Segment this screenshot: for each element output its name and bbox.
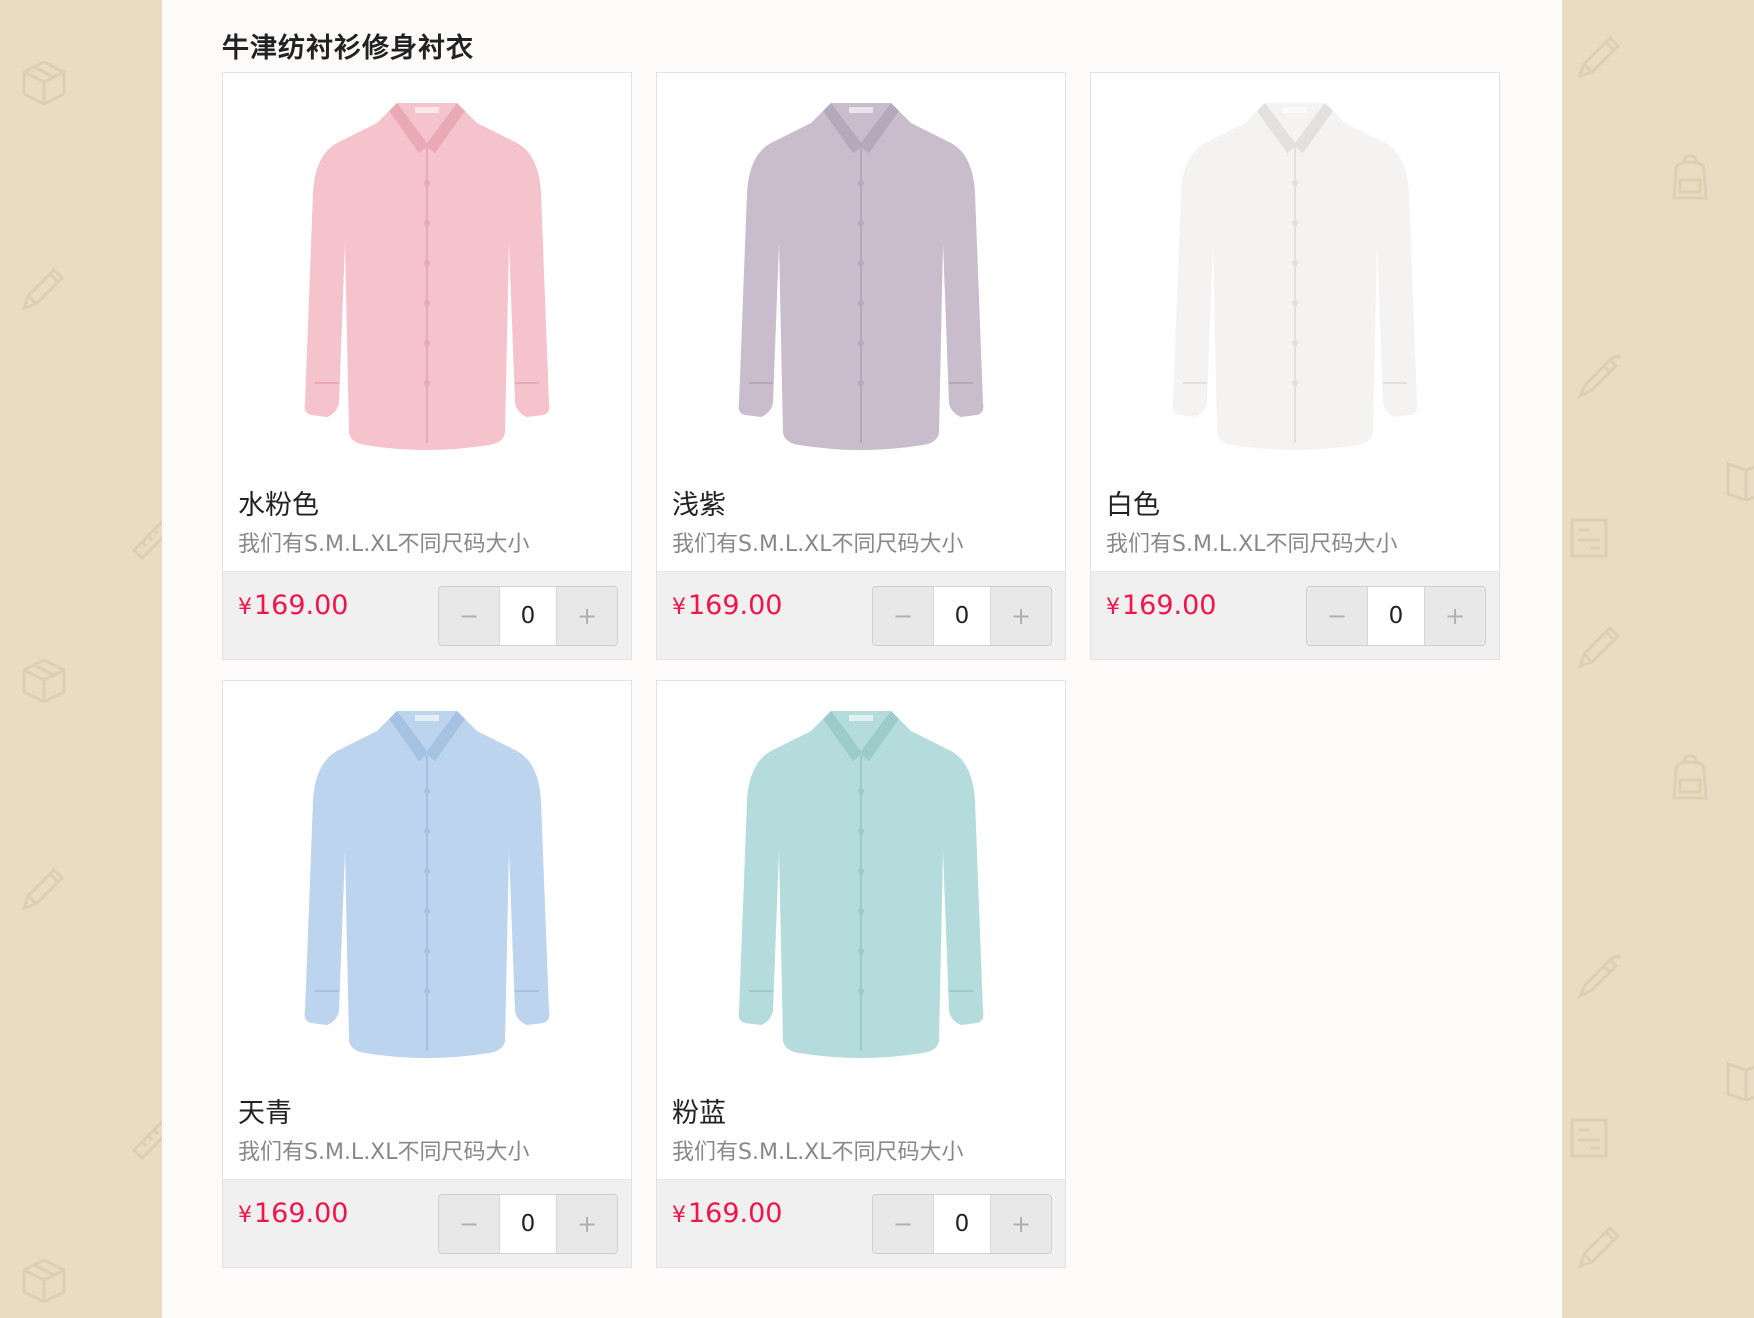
shirt-icon <box>738 711 984 1058</box>
product-name: 水粉色 <box>238 490 319 521</box>
product-description: 我们有S.M.L.XL不同尺码大小 <box>238 1140 530 1165</box>
product-name: 浅紫 <box>672 490 726 521</box>
currency-symbol: ¥ <box>672 595 686 620</box>
backpack-icon <box>1662 150 1718 206</box>
product-description: 我们有S.M.L.XL不同尺码大小 <box>672 532 964 557</box>
increment-button[interactable]: + <box>557 587 617 645</box>
quantity-input[interactable]: 0 <box>933 1195 991 1253</box>
product-price: ¥169.00 <box>1106 590 1216 621</box>
board-icon <box>1560 1110 1616 1166</box>
currency-symbol: ¥ <box>672 1203 686 1228</box>
increment-button[interactable]: + <box>991 1195 1051 1253</box>
card-footer: ¥169.00 − 0 + <box>1091 571 1499 659</box>
product-card[interactable]: 白色 我们有S.M.L.XL不同尺码大小 ¥169.00 − 0 + <box>1090 72 1500 660</box>
pencil-icon <box>14 262 70 318</box>
pencil-icon <box>1570 1220 1626 1276</box>
shirt-icon <box>304 711 550 1058</box>
quantity-input[interactable]: 0 <box>499 1195 557 1253</box>
product-description: 我们有S.M.L.XL不同尺码大小 <box>672 1140 964 1165</box>
shirt-icon <box>1172 103 1418 450</box>
price-value: 169.00 <box>1122 590 1217 621</box>
currency-symbol: ¥ <box>238 595 252 620</box>
book-icon <box>1718 450 1754 506</box>
product-price: ¥169.00 <box>672 590 782 621</box>
currency-symbol: ¥ <box>238 1203 252 1228</box>
pen-icon <box>1570 948 1626 1004</box>
product-image[interactable] <box>657 73 1065 473</box>
pencil-icon <box>1570 30 1626 86</box>
price-value: 169.00 <box>688 590 783 621</box>
decrement-button[interactable]: − <box>873 1195 933 1253</box>
quantity-stepper[interactable]: − 0 + <box>438 1194 618 1254</box>
quantity-input[interactable]: 0 <box>1367 587 1425 645</box>
product-price: ¥169.00 <box>238 590 348 621</box>
product-image[interactable] <box>223 73 631 473</box>
pencil-icon <box>1570 620 1626 676</box>
pen-icon <box>1570 348 1626 404</box>
increment-button[interactable]: + <box>991 587 1051 645</box>
product-description: 我们有S.M.L.XL不同尺码大小 <box>1106 532 1398 557</box>
increment-button[interactable]: + <box>1425 587 1485 645</box>
product-name: 粉蓝 <box>672 1098 726 1129</box>
increment-button[interactable]: + <box>557 1195 617 1253</box>
quantity-stepper[interactable]: − 0 + <box>872 586 1052 646</box>
quantity-stepper[interactable]: − 0 + <box>872 1194 1052 1254</box>
product-card[interactable]: 水粉色 我们有S.M.L.XL不同尺码大小 ¥169.00 − 0 + <box>222 72 632 660</box>
card-footer: ¥169.00 − 0 + <box>657 571 1065 659</box>
shirt-icon <box>304 103 550 450</box>
quantity-input[interactable]: 0 <box>933 587 991 645</box>
quantity-stepper[interactable]: − 0 + <box>438 586 618 646</box>
product-price: ¥169.00 <box>672 1198 782 1229</box>
product-image[interactable] <box>1091 73 1499 473</box>
book-icon <box>1718 1050 1754 1106</box>
shirt-icon <box>738 103 984 450</box>
pencil-icon <box>14 862 70 918</box>
decrement-button[interactable]: − <box>439 587 499 645</box>
board-icon <box>1560 510 1616 566</box>
product-card[interactable]: 天青 我们有S.M.L.XL不同尺码大小 ¥169.00 − 0 + <box>222 680 632 1268</box>
product-image[interactable] <box>657 681 1065 1081</box>
quantity-input[interactable]: 0 <box>499 587 557 645</box>
product-name: 白色 <box>1106 490 1160 521</box>
decrement-button[interactable]: − <box>873 587 933 645</box>
product-name: 天青 <box>238 1098 292 1129</box>
product-card[interactable]: 粉蓝 我们有S.M.L.XL不同尺码大小 ¥169.00 − 0 + <box>656 680 1066 1268</box>
card-footer: ¥169.00 − 0 + <box>223 1179 631 1267</box>
product-image[interactable] <box>223 681 631 1081</box>
backpack-icon <box>1662 750 1718 806</box>
quantity-stepper[interactable]: − 0 + <box>1306 586 1486 646</box>
card-footer: ¥169.00 − 0 + <box>223 571 631 659</box>
card-footer: ¥169.00 − 0 + <box>657 1179 1065 1267</box>
decrement-button[interactable]: − <box>439 1195 499 1253</box>
price-value: 169.00 <box>688 1198 783 1229</box>
price-value: 169.00 <box>254 1198 349 1229</box>
box-icon <box>14 52 70 108</box>
decrement-button[interactable]: − <box>1307 587 1367 645</box>
section-title: 牛津纺衬衫修身衬衣 <box>222 33 474 64</box>
product-price: ¥169.00 <box>238 1198 348 1229</box>
box-icon <box>14 650 70 706</box>
currency-symbol: ¥ <box>1106 595 1120 620</box>
price-value: 169.00 <box>254 590 349 621</box>
product-card[interactable]: 浅紫 我们有S.M.L.XL不同尺码大小 ¥169.00 − 0 + <box>656 72 1066 660</box>
box-icon <box>14 1250 70 1306</box>
product-description: 我们有S.M.L.XL不同尺码大小 <box>238 532 530 557</box>
